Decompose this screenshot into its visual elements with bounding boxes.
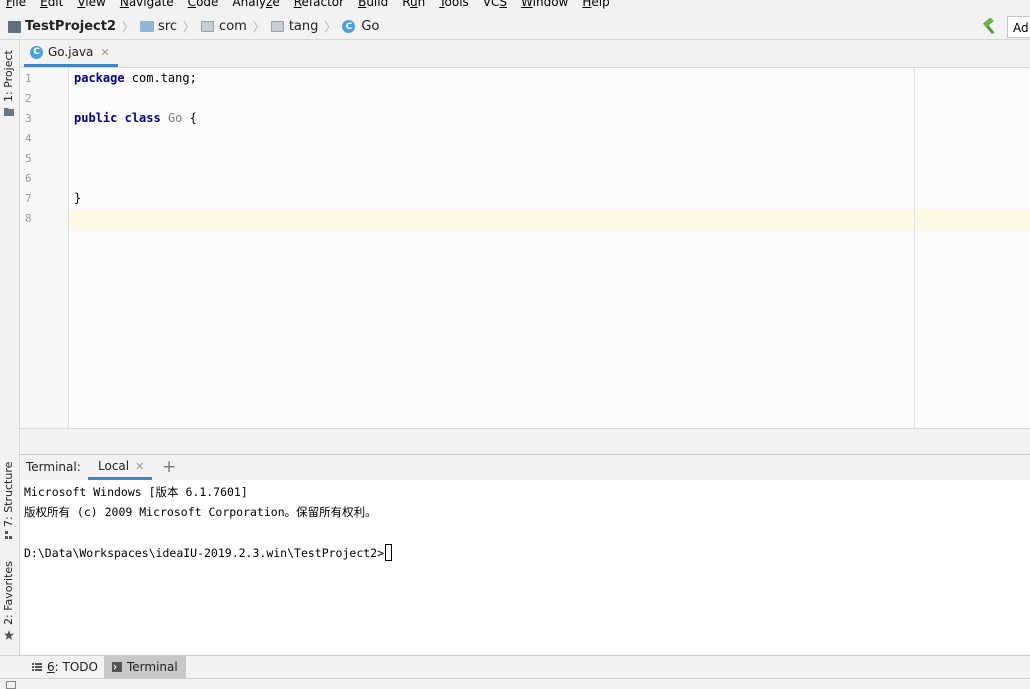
terminal-tab-local[interactable]: Local ✕: [88, 455, 153, 480]
menu-item[interactable]: Navigate: [118, 0, 178, 9]
terminal-title: Terminal:: [26, 460, 81, 474]
editor-gutter: 1 2 3 4 5 6 7 8: [20, 68, 69, 428]
java-class-icon: C: [30, 45, 43, 59]
menu-item[interactable]: File: [4, 0, 30, 9]
bottom-tool-bar: 6: TODO Terminal: [0, 655, 1030, 678]
terminal-output[interactable]: Microsoft Windows [版本 6.1.7601] 版权所有 (c)…: [20, 480, 1030, 654]
tool-tab-project[interactable]: 1: Project: [2, 50, 15, 102]
code-line-3: public class Go {: [74, 111, 197, 125]
code-line-1: package com.tang;: [74, 71, 197, 85]
terminal-prompt: D:\Data\Workspaces\ideaIU-2019.2.3.win\T…: [24, 544, 393, 561]
line-number: 3: [25, 112, 32, 125]
terminal-tab-bottom-label: Terminal: [127, 660, 178, 674]
terminal-icon: [112, 662, 122, 672]
code-editor[interactable]: 1 2 3 4 5 6 7 8 package com.tang; public class …: [20, 68, 1030, 428]
status-toggle-icon[interactable]: [6, 681, 16, 689]
line-number: 5: [25, 152, 32, 165]
keyword: class: [124, 111, 161, 125]
todo-label: 6: TODO: [47, 660, 98, 674]
breadcrumb-separator-icon: 〉: [183, 20, 196, 34]
close-icon[interactable]: ✕: [135, 460, 144, 473]
new-terminal-button[interactable]: +: [162, 457, 176, 477]
editor-tab-bar: C Go.java ✕: [20, 40, 1030, 68]
terminal-prompt-text: D:\Data\Workspaces\ideaIU-2019.2.3.win\T…: [24, 546, 385, 560]
breadcrumb-class-label: Go: [361, 19, 380, 34]
breadcrumb-src[interactable]: src: [140, 19, 177, 34]
breadcrumb-separator-icon: 〉: [122, 20, 135, 34]
breadcrumb: TestProject2 〉 src 〉 com 〉 tang 〉 C Go: [8, 18, 379, 35]
breadcrumb-tang[interactable]: tang: [270, 19, 319, 34]
navigation-bar: TestProject2 〉 src 〉 com 〉 tang 〉 C Go A…: [0, 13, 1030, 40]
menu-items: File Edit View Navigate Code Analyze Refactor B…: [4, 0, 622, 9]
line-number: 6: [25, 172, 32, 185]
line-number: 2: [25, 92, 32, 105]
terminal-cursor: [385, 544, 393, 561]
add-configuration-button[interactable]: Ad: [1007, 16, 1030, 38]
list-icon: [32, 663, 42, 671]
breadcrumb-project-label: TestProject2: [25, 19, 117, 34]
java-class-icon: C: [342, 20, 356, 33]
menu-item[interactable]: Refactor: [292, 0, 348, 9]
breadcrumb-class[interactable]: C Go: [342, 19, 379, 34]
tool-tab-favorites[interactable]: 2: Favorites: [2, 561, 15, 625]
menu-item[interactable]: Build: [356, 0, 392, 9]
source-folder-icon: [140, 21, 155, 32]
folder-icon: [4, 108, 14, 116]
class-name: Go: [167, 111, 183, 125]
code-text: }: [74, 191, 82, 205]
breadcrumb-separator-icon: 〉: [252, 20, 265, 34]
menu-item[interactable]: Edit: [38, 0, 67, 9]
breadcrumb-com-label: com: [219, 19, 247, 34]
line-number: 7: [25, 192, 32, 205]
line-number: 8: [25, 212, 32, 225]
menu-item[interactable]: View: [75, 0, 109, 9]
keyword: package: [74, 71, 125, 85]
keyword: public: [74, 111, 118, 125]
breadcrumb-com[interactable]: com: [201, 19, 247, 34]
star-icon: [4, 630, 14, 640]
code-line-7: }: [74, 191, 81, 205]
menu-item[interactable]: Run: [400, 0, 429, 9]
menu-item[interactable]: Window: [519, 0, 572, 9]
close-icon[interactable]: ✕: [100, 46, 109, 59]
project-folder-icon: [8, 20, 21, 33]
right-margin-guide: [914, 68, 915, 428]
menu-item[interactable]: Tools: [437, 0, 473, 9]
terminal-tab-label: Local: [98, 459, 130, 473]
build-hammer-icon[interactable]: [980, 18, 998, 36]
breadcrumb-separator-icon: 〉: [324, 20, 337, 34]
breadcrumb-src-label: src: [158, 19, 178, 34]
menu-item[interactable]: Help: [580, 0, 613, 9]
left-tool-strip: 1: Project 7: Structure 2: Favorites: [0, 40, 20, 655]
package-icon: [201, 21, 215, 32]
code-text: {: [182, 111, 197, 125]
package-icon: [270, 21, 284, 32]
breadcrumb-project[interactable]: TestProject2: [8, 19, 116, 34]
tool-tab-structure[interactable]: 7: Structure: [2, 462, 15, 527]
editor-tab-label: Go.java: [48, 45, 94, 59]
current-line-highlight: [20, 209, 1030, 229]
menu-bar: File Edit View Navigate Code Analyze Refactor B…: [0, 0, 1030, 11]
menu-item[interactable]: Analyze: [230, 0, 283, 9]
tool-tab-terminal[interactable]: Terminal: [104, 656, 186, 678]
line-number: 1: [25, 72, 32, 85]
terminal-header: Terminal: Local ✕ +: [20, 454, 1030, 481]
breadcrumb-tang-label: tang: [288, 19, 319, 34]
terminal-line: 版权所有 (c) 2009 Microsoft Corporation。保留所有…: [24, 505, 377, 519]
editor-bottom-area: [20, 428, 1030, 454]
terminal-line: Microsoft Windows [版本 6.1.7601]: [24, 485, 248, 499]
tool-tab-todo[interactable]: 6: TODO: [24, 656, 106, 678]
editor-tab-go-java[interactable]: C Go.java ✕: [24, 40, 118, 67]
code-text: com.tang;: [124, 71, 197, 85]
menu-item[interactable]: Code: [186, 0, 223, 9]
menu-item[interactable]: VCS: [481, 0, 511, 9]
line-number: 4: [25, 132, 32, 145]
structure-icon: [5, 531, 12, 539]
